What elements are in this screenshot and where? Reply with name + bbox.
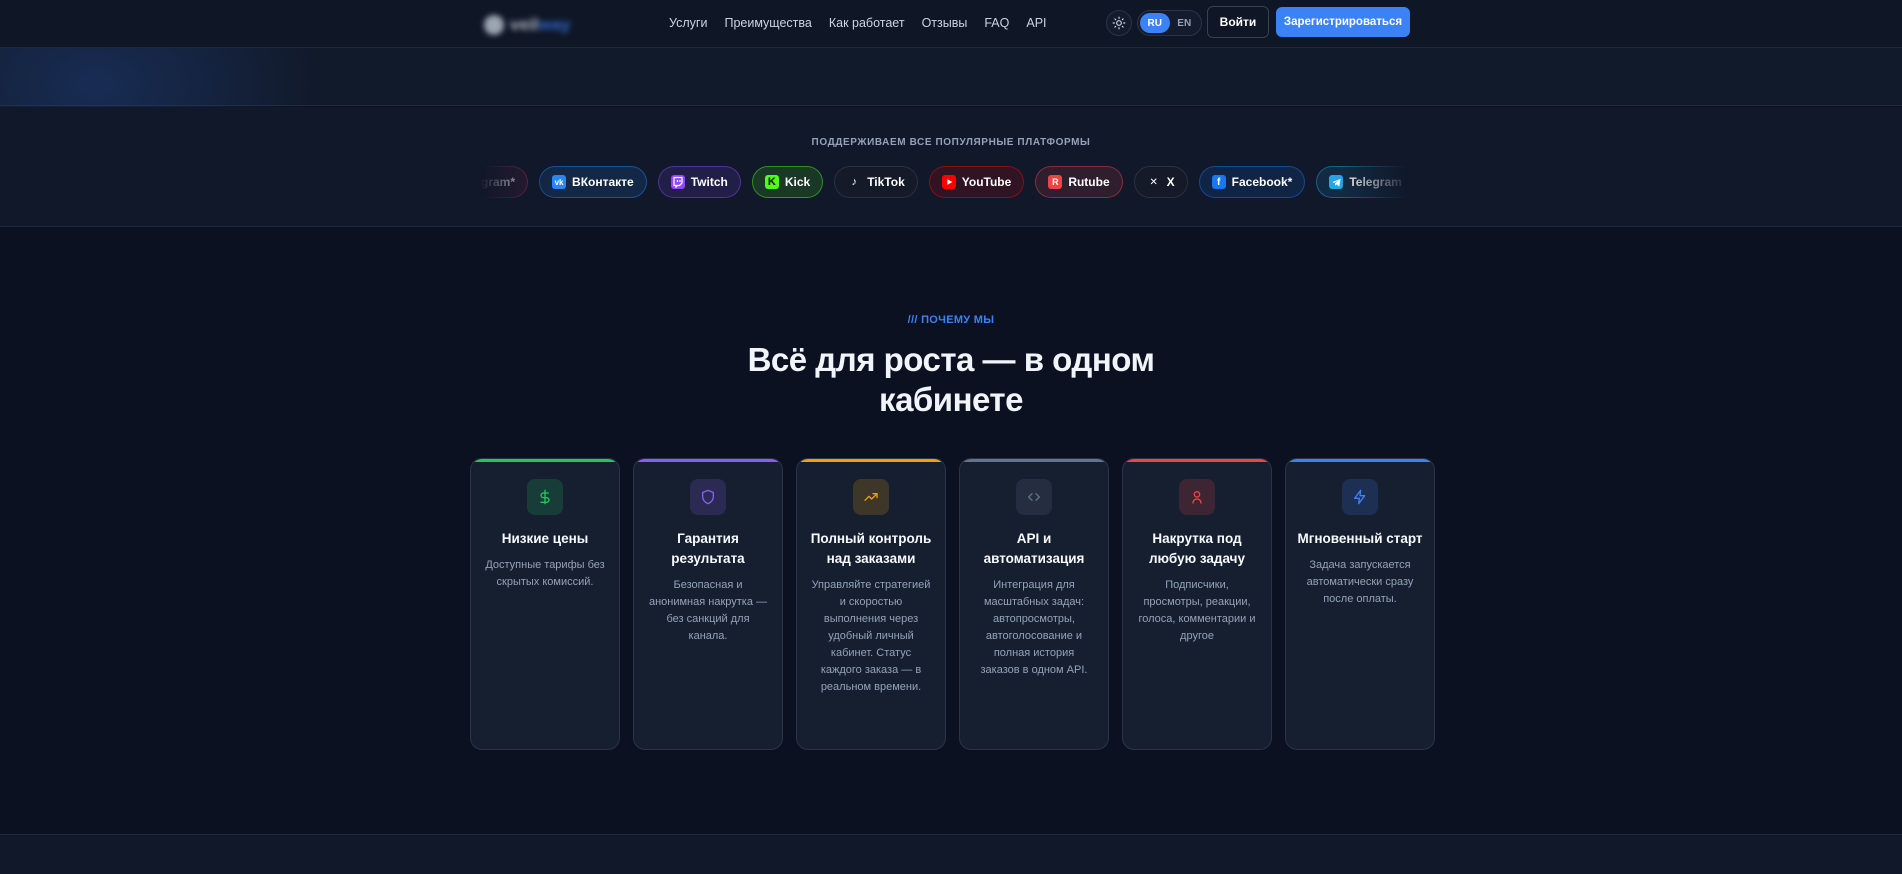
card-title: Накрутка под любую задачу — [1148, 531, 1245, 566]
card-accent-bar — [797, 459, 945, 462]
kick-icon: K — [764, 175, 779, 189]
feature-card: Накрутка под любую задачу Подписчики, про… — [1122, 458, 1272, 750]
card-description: Безопасная и анонимная накрутка — без са… — [648, 579, 768, 642]
card-accent-bar — [471, 459, 619, 462]
vk-icon: vk — [552, 175, 567, 189]
sun-icon — [1112, 16, 1126, 30]
platforms-marquee: Instagram* vk ВКонтакте Twitch K Kick ♪ TikTok Y… — [480, 166, 1410, 200]
nav-link-how-it-works[interactable]: Как работает — [829, 16, 905, 30]
login-button[interactable]: Войти — [1207, 6, 1269, 38]
lang-ru-button[interactable]: RU — [1140, 13, 1170, 33]
feature-cards: Низкие цены Доступные тарифы без скрытых … — [470, 458, 1435, 750]
trending-up-icon — [853, 479, 889, 515]
nav-link-faq[interactable]: FAQ — [984, 16, 1009, 30]
platform-chip-label: Twitch — [690, 175, 728, 189]
card-accent-bar — [1286, 459, 1434, 462]
facebook-icon: f — [1211, 175, 1226, 189]
feature-card: Гарантия результата Безопасная и анонимна… — [633, 458, 783, 750]
platform-chip-list: Instagram* vk ВКонтакте Twitch K Kick ♪ TikTok Y… — [480, 166, 1410, 198]
brand-name-part1: veil — [510, 15, 539, 34]
platform-chip[interactable]: Instagram* — [480, 166, 529, 198]
platform-chip[interactable]: YouTube — [928, 166, 1025, 198]
feature-card: Мгновенный старт Задача запускается автом… — [1285, 458, 1435, 750]
theme-toggle-button[interactable] — [1106, 10, 1132, 36]
nav-link-advantages[interactable]: Преимущества — [724, 16, 811, 30]
card-description: Подписчики, просмотры, реакции, голоса, … — [1138, 579, 1256, 642]
card-title: Низкие цены — [501, 531, 589, 546]
x-icon: ✕ — [1149, 176, 1158, 188]
youtube-icon — [941, 175, 956, 189]
card-title: API и автоматизация — [983, 531, 1085, 566]
platform-chip[interactable]: K Kick — [751, 166, 824, 198]
platform-chip-label: X — [1166, 175, 1175, 189]
telegram-icon — [1329, 175, 1344, 189]
feature-card: API и автоматизация Интеграция для масшта… — [959, 458, 1109, 750]
section-eyebrow: /// ПОЧЕМУ МЫ — [907, 314, 995, 326]
top-navbar: veil way Услуги Преимущества Как работае… — [0, 0, 1902, 48]
platform-chip[interactable]: Telegram — [1316, 166, 1410, 198]
card-description: Задача запускается автоматически сразу п… — [1306, 559, 1414, 605]
headline-line-2: кабинете — [879, 381, 1023, 418]
platform-chip-label: Telegram — [1349, 175, 1402, 189]
register-button[interactable]: Зарегистрироваться — [1276, 7, 1410, 37]
card-description: Доступные тарифы без скрытых комиссий. — [485, 559, 605, 588]
platform-chip-label: TikTok — [867, 175, 905, 189]
next-section-band — [0, 834, 1902, 874]
card-accent-bar — [1123, 459, 1271, 462]
logo-mark — [484, 15, 504, 35]
twitch-icon — [670, 175, 685, 189]
nav-link-api[interactable]: API — [1026, 16, 1046, 30]
card-accent-bar — [634, 459, 782, 462]
card-title: Гарантия результата — [671, 531, 745, 566]
hero-bottom-band — [0, 48, 1902, 106]
platform-chip[interactable]: vk ВКонтакте — [539, 166, 647, 198]
rutube-icon: R — [1048, 175, 1063, 189]
language-switcher: RU EN — [1137, 10, 1202, 36]
brand-logo[interactable]: veil way — [484, 14, 594, 36]
platform-chip[interactable]: ✕ X — [1133, 166, 1188, 198]
platform-chip-label: Kick — [784, 175, 811, 189]
headline-line-1: Всё для роста — в одном — [747, 341, 1155, 378]
platforms-title: ПОДДЕРЖИВАЕМ ВСЕ ПОПУЛЯРНЫЕ ПЛАТФОРМЫ — [811, 137, 1091, 148]
brand-name-part2: way — [538, 15, 571, 34]
platform-chip-label: Facebook* — [1231, 175, 1293, 189]
section-headline: Всё для роста — в одном кабинете — [701, 340, 1201, 420]
nav-link-reviews[interactable]: Отзывы — [922, 16, 968, 30]
card-description: Интеграция для масштабных задач: автопро… — [980, 579, 1088, 676]
platform-chip[interactable]: f Facebook* — [1198, 166, 1306, 198]
main-nav: Услуги Преимущества Как работает Отзывы … — [669, 0, 1047, 46]
card-title: Мгновенный старт — [1297, 531, 1423, 546]
lang-en-button[interactable]: EN — [1170, 13, 1200, 33]
dollar-icon — [527, 479, 563, 515]
feature-card: Низкие цены Доступные тарифы без скрытых … — [470, 458, 620, 750]
tiktok-icon: ♪ — [851, 176, 857, 188]
card-description: Управляйте стратегией и скоростью выполн… — [811, 579, 931, 693]
nav-link-services[interactable]: Услуги — [669, 16, 707, 30]
code-icon — [1016, 479, 1052, 515]
platform-chip-label: ВКонтакте — [572, 175, 634, 189]
card-title: Полный контроль над заказами — [810, 531, 932, 566]
user-icon — [1179, 479, 1215, 515]
card-accent-bar — [960, 459, 1108, 462]
platform-chip-label: YouTube — [961, 175, 1012, 189]
lightning-icon — [1342, 479, 1378, 515]
platform-chip-label: Instagram* — [480, 175, 516, 189]
feature-card: Полный контроль над заказами Управляйте с… — [796, 458, 946, 750]
shield-icon — [690, 479, 726, 515]
platform-chip[interactable]: ♪ TikTok — [834, 166, 918, 198]
platform-chip[interactable]: Twitch — [657, 166, 741, 198]
platform-chip-label: Rutube — [1068, 175, 1110, 189]
platform-chip[interactable]: R Rutube — [1035, 166, 1123, 198]
